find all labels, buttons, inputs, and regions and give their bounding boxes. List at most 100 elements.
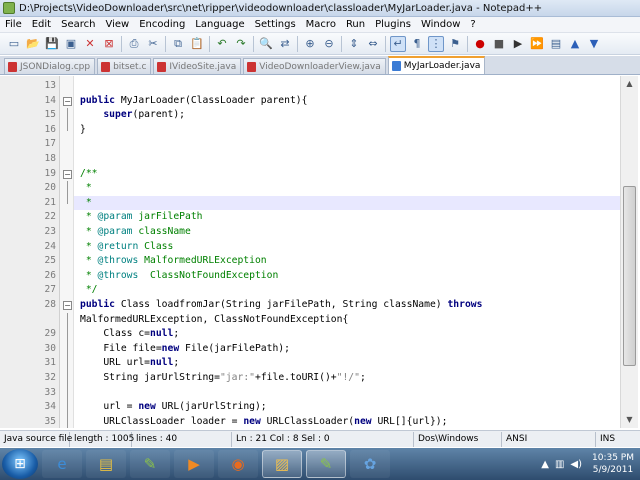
code-line[interactable]: * @param jarFilePath <box>80 210 620 225</box>
fold-toggle-icon[interactable]: − <box>63 301 72 310</box>
menu-plugins[interactable]: Plugins <box>370 19 416 30</box>
code-line[interactable]: /** <box>80 167 620 182</box>
notepadpp-window-icon[interactable]: ✎ <box>306 450 346 478</box>
spell-up-icon[interactable]: ▲ <box>567 36 583 52</box>
code-line[interactable] <box>80 152 620 167</box>
code-line[interactable]: * <box>80 181 620 196</box>
menu-language[interactable]: Language <box>190 19 249 30</box>
menu-help[interactable]: ? <box>465 19 480 30</box>
code-line[interactable]: String jarUrlString="jar:"+file.toURI()+… <box>80 371 620 386</box>
sync-h-icon[interactable]: ⇔ <box>365 36 381 52</box>
code-line[interactable]: URLClassLoader loader = new URLClassLoad… <box>80 415 620 428</box>
zoom-out-icon[interactable]: ⊖ <box>321 36 337 52</box>
macro-stop-icon[interactable]: ■ <box>491 36 507 52</box>
code-line[interactable]: */ <box>80 283 620 298</box>
code-line[interactable]: public Class loadfromJar(String jarFileP… <box>80 298 620 313</box>
code-line[interactable]: * @return Class <box>80 240 620 255</box>
macro-run-multi-icon[interactable]: ⏩ <box>529 36 545 52</box>
close-all-icon[interactable]: ⊠ <box>101 36 117 52</box>
redo-icon[interactable]: ↷ <box>233 36 249 52</box>
menu-view[interactable]: View <box>100 19 134 30</box>
fold-toggle-icon[interactable]: − <box>63 169 72 179</box>
macro-record-icon[interactable]: ● <box>472 36 488 52</box>
fold-toggle-icon[interactable]: − <box>63 96 72 106</box>
zoom-in-icon[interactable]: ⊕ <box>302 36 318 52</box>
notepadpp-icon[interactable]: ✎ <box>130 450 170 478</box>
menu-edit[interactable]: Edit <box>27 19 56 30</box>
scroll-thumb[interactable] <box>623 186 636 366</box>
code-line[interactable]: * @throws ClassNotFoundException <box>80 269 620 284</box>
paint-icon[interactable]: ▨ <box>262 450 302 478</box>
paint-brush-icon[interactable]: ✿ <box>350 450 390 478</box>
menu-file[interactable]: File <box>0 19 27 30</box>
menu-window[interactable]: Window <box>416 19 465 30</box>
code-token: } <box>80 123 86 135</box>
find-icon[interactable]: 🔍 <box>258 36 274 52</box>
open-file-icon[interactable]: 📂 <box>25 36 41 52</box>
line-number: 32 <box>44 372 56 383</box>
menu-encoding[interactable]: Encoding <box>134 19 190 30</box>
tab-ivideosite-java[interactable]: IVideoSite.java <box>153 58 242 74</box>
code-token: new <box>138 401 156 413</box>
code-line[interactable]: } <box>80 123 620 138</box>
user-lang-icon[interactable]: ⚑ <box>447 36 463 52</box>
show-hidden-icons-icon[interactable]: ▲ <box>541 459 549 470</box>
tab-videodownloaderview-java[interactable]: VideoDownloaderView.java <box>243 58 386 74</box>
clock[interactable]: 10:35 PM 5/9/2011 <box>592 452 634 476</box>
wrap-icon[interactable]: ↵ <box>390 35 406 52</box>
save-icon[interactable]: 💾 <box>44 36 60 52</box>
code-line[interactable]: url = new URL(jarUrlString); <box>80 400 620 415</box>
close-icon[interactable]: ✕ <box>82 36 98 52</box>
vertical-scrollbar[interactable]: ▲ ▼ <box>620 76 638 428</box>
macro-play-icon[interactable]: ▶ <box>510 36 526 52</box>
network-icon[interactable]: ▥ <box>555 459 564 470</box>
code-line[interactable]: super(parent); <box>80 108 620 123</box>
menu-run[interactable]: Run <box>341 19 370 30</box>
code-line[interactable] <box>80 386 620 401</box>
menu-settings[interactable]: Settings <box>250 19 301 30</box>
code-line[interactable]: File file=new File(jarFilePath); <box>80 342 620 357</box>
code-line[interactable]: URL url=null; <box>80 356 620 371</box>
start-button[interactable]: ⊞ <box>2 449 38 479</box>
menu-macro[interactable]: Macro <box>301 19 341 30</box>
code-line[interactable]: public MyJarLoader(ClassLoader parent){ <box>80 94 620 109</box>
code-line[interactable] <box>80 79 620 94</box>
code-line[interactable]: * <box>74 195 620 211</box>
undo-icon[interactable]: ↶ <box>214 36 230 52</box>
scroll-down-arrow-icon[interactable]: ▼ <box>621 412 638 428</box>
code-line[interactable]: MalformedURLException, ClassNotFoundExce… <box>80 313 620 328</box>
code-line[interactable]: * @param className <box>80 225 620 240</box>
menu-search[interactable]: Search <box>56 19 100 30</box>
tab-bitset-c[interactable]: bitset.c <box>97 58 152 74</box>
save-all-icon[interactable]: ▣ <box>63 36 79 52</box>
cut-icon[interactable]: ✂ <box>145 36 161 52</box>
tab-jsondialog-cpp[interactable]: JSONDialog.cpp <box>4 58 96 74</box>
status-encoding: ANSI <box>502 431 596 447</box>
firefox-icon[interactable]: ◉ <box>218 450 258 478</box>
tab-label: MyJarLoader.java <box>403 61 481 71</box>
indent-guide-icon[interactable]: ⋮ <box>428 35 444 52</box>
scroll-up-arrow-icon[interactable]: ▲ <box>621 76 638 92</box>
new-file-icon[interactable]: ▭ <box>6 36 22 52</box>
paste-icon[interactable]: 📋 <box>189 36 205 52</box>
line-number: 31 <box>44 357 56 369</box>
code-token: Class <box>138 240 174 252</box>
status-lines: lines : 40 <box>132 431 232 447</box>
code-line[interactable]: * @throws MalformedURLException <box>80 254 620 269</box>
sync-v-icon[interactable]: ⇕ <box>346 36 362 52</box>
code-line[interactable]: Class c=null; <box>80 327 620 342</box>
spell-down-icon[interactable]: ▼ <box>586 36 602 52</box>
replace-icon[interactable]: ⇄ <box>277 36 293 52</box>
show-all-icon[interactable]: ¶ <box>409 36 425 52</box>
volume-icon[interactable]: ◀) <box>570 459 582 470</box>
media-player-icon[interactable]: ▶ <box>174 450 214 478</box>
explorer-icon[interactable]: ▤ <box>86 450 126 478</box>
macro-save-icon[interactable]: ▤ <box>548 36 564 52</box>
print-icon[interactable]: ⎙ <box>126 36 142 52</box>
code-token: URLClassLoader( <box>260 415 355 427</box>
tab-myjarloader-java[interactable]: MyJarLoader.java <box>387 56 486 74</box>
code-line[interactable] <box>80 137 620 152</box>
copy-icon[interactable]: ⧉ <box>170 36 186 52</box>
ie-icon[interactable]: e <box>42 450 82 478</box>
code-editor[interactable]: 13 14 15 16 17 18 19 20 21 22 23 24 25 26 27 28 29 30 31 32… <box>0 76 640 428</box>
